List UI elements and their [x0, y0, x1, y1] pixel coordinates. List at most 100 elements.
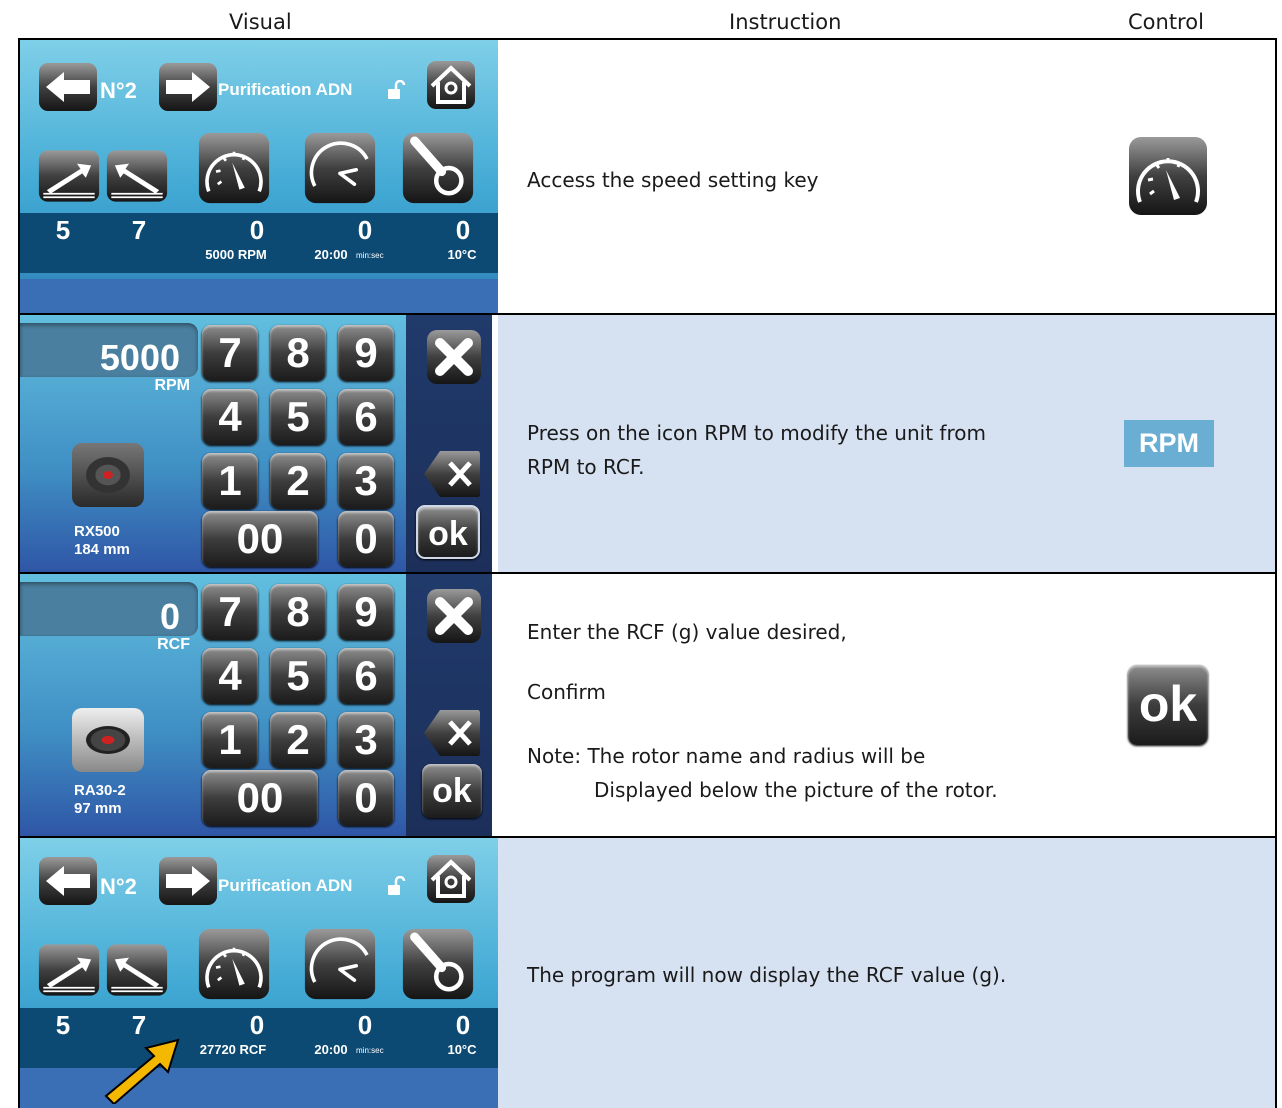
rotor-image[interactable]	[72, 443, 144, 507]
cancel-x-icon[interactable]	[426, 588, 482, 644]
keypad-key[interactable]: 6	[338, 648, 394, 704]
temperature-value: 0	[455, 215, 471, 245]
program-number: N°2	[100, 874, 137, 899]
previous-program-arrow-icon[interactable]	[38, 62, 98, 112]
instruction-step-3-line4: Displayed below the picture of the rotor…	[594, 778, 998, 802]
speed-gauge-icon[interactable]	[198, 132, 270, 204]
time-value: 0	[357, 1010, 373, 1040]
deceleration-icon[interactable]	[106, 940, 168, 1000]
instruction-step-2-line1: Press on the icon RPM to modify the unit…	[527, 421, 986, 445]
header-control: Control	[1128, 10, 1204, 34]
device-screen-keypad-rcf: 0 RCF RA30-2 97 mm ok 7 8 9 4 5 6 1 2 3 00 0	[20, 574, 492, 836]
header-visual: Visual	[229, 10, 292, 34]
speed-setpoint: 5000 RPM	[205, 247, 267, 262]
home-icon[interactable]	[426, 854, 476, 904]
keypad-key[interactable]: 4	[202, 648, 258, 704]
divider	[1275, 38, 1277, 1108]
program-name: Purification ADN	[218, 876, 353, 895]
keypad-key[interactable]: 5	[270, 389, 326, 445]
time-unit: min:sec	[356, 251, 384, 260]
backspace-icon[interactable]	[422, 708, 482, 758]
speed-gauge-icon[interactable]	[198, 928, 270, 1000]
timer-clock-icon[interactable]	[304, 132, 376, 204]
keypad-key[interactable]: 6	[338, 389, 394, 445]
unit-toggle-button[interactable]: RPM	[120, 377, 190, 395]
deceleration-value: 7	[131, 215, 147, 245]
keypad-key[interactable]: 9	[338, 325, 394, 381]
keypad-key[interactable]: 4	[202, 389, 258, 445]
time-setpoint: 20:00	[314, 1042, 348, 1057]
device-screen-keypad-rpm: 5000 RPM RX500 184 mm ok 7 8 9 4 5 6 1 2 3 00 0	[20, 315, 492, 572]
time-unit: min:sec	[356, 1046, 384, 1055]
acceleration-value: 5	[55, 215, 71, 245]
keypad-key[interactable]: 1	[202, 453, 258, 509]
screen-footer	[20, 279, 498, 313]
deceleration-icon[interactable]	[106, 146, 168, 206]
home-icon[interactable]	[426, 60, 476, 110]
yellow-arrow-icon	[104, 1038, 180, 1104]
speed-gauge-control-icon	[1128, 136, 1208, 216]
instruction-step-3-line3: Note: The rotor name and radius will be	[527, 744, 926, 768]
speed-setpoint: 27720 RCF	[199, 1042, 267, 1057]
rotor-image[interactable]	[72, 708, 144, 772]
unit-toggle-button[interactable]: RCF	[120, 636, 190, 654]
keypad-key[interactable]: 0	[338, 511, 394, 567]
keypad-key[interactable]: 00	[202, 511, 318, 567]
instruction-step-1: Access the speed setting key	[527, 168, 819, 192]
header-instruction: Instruction	[729, 10, 842, 34]
keypad-key[interactable]: 3	[338, 453, 394, 509]
instruction-step-4: The program will now display the RCF val…	[527, 963, 1007, 987]
program-name: Purification ADN	[218, 80, 353, 99]
ok-control-icon: ok	[1128, 665, 1208, 745]
backspace-icon[interactable]	[422, 449, 482, 499]
keypad-key[interactable]: 3	[338, 712, 394, 768]
next-program-arrow-icon[interactable]	[158, 62, 218, 112]
rotor-radius: 97 mm	[74, 800, 122, 817]
rpm-control-label: RPM	[1124, 420, 1214, 467]
rotor-radius: 184 mm	[74, 541, 130, 558]
temperature-setpoint: 10°C	[447, 247, 477, 262]
unlock-icon	[386, 80, 406, 100]
instruction-step-3-line2: Confirm	[527, 680, 606, 704]
screen-footer	[20, 1068, 498, 1108]
ok-button[interactable]: ok	[416, 505, 480, 559]
rotor-name: RA30-2	[74, 782, 126, 799]
table-header: Visual Instruction Control	[0, 0, 1282, 40]
value-display-text: 5000	[99, 337, 180, 378]
keypad-key[interactable]: 7	[202, 325, 258, 381]
time-value: 0	[357, 215, 373, 245]
instruction-step-3-line1: Enter the RCF (g) value desired,	[527, 620, 847, 644]
keypad-key[interactable]: 9	[338, 584, 394, 640]
program-number: N°2	[100, 78, 137, 103]
instruction-step-2-line2: RPM to RCF.	[527, 455, 645, 479]
keypad-key[interactable]: 8	[270, 325, 326, 381]
keypad-key[interactable]: 00	[202, 770, 318, 826]
temperature-value: 0	[455, 1010, 471, 1040]
timer-clock-icon[interactable]	[304, 928, 376, 1000]
acceleration-icon[interactable]	[38, 146, 100, 206]
ok-button[interactable]: ok	[422, 764, 482, 818]
keypad-key[interactable]: 1	[202, 712, 258, 768]
unlock-icon	[386, 876, 406, 896]
acceleration-icon[interactable]	[38, 940, 100, 1000]
acceleration-value: 5	[55, 1010, 71, 1040]
keypad-key[interactable]: 2	[270, 453, 326, 509]
rotor-name: RX500	[74, 523, 120, 540]
keypad-key[interactable]: 8	[270, 584, 326, 640]
value-display-text: 0	[159, 596, 180, 637]
temperature-setpoint: 10°C	[447, 1042, 477, 1057]
keypad-key[interactable]: 5	[270, 648, 326, 704]
thermometer-icon[interactable]	[402, 132, 474, 204]
speed-value: 0	[249, 1010, 265, 1040]
speed-value: 0	[249, 215, 265, 245]
previous-program-arrow-icon[interactable]	[38, 856, 98, 906]
next-program-arrow-icon[interactable]	[158, 856, 218, 906]
time-setpoint: 20:00	[314, 247, 348, 262]
keypad-key[interactable]: 0	[338, 770, 394, 826]
keypad-key[interactable]: 2	[270, 712, 326, 768]
device-screen-main: N°2 Purification ADN 5 7 0 0 0 5000 RPM …	[20, 40, 498, 313]
keypad-key[interactable]: 7	[202, 584, 258, 640]
thermometer-icon[interactable]	[402, 928, 474, 1000]
device-screen-main-rcf: N°2 Purification ADN 5 7 0 0 0 27720 RCF…	[20, 838, 498, 1108]
cancel-x-icon[interactable]	[426, 329, 482, 385]
